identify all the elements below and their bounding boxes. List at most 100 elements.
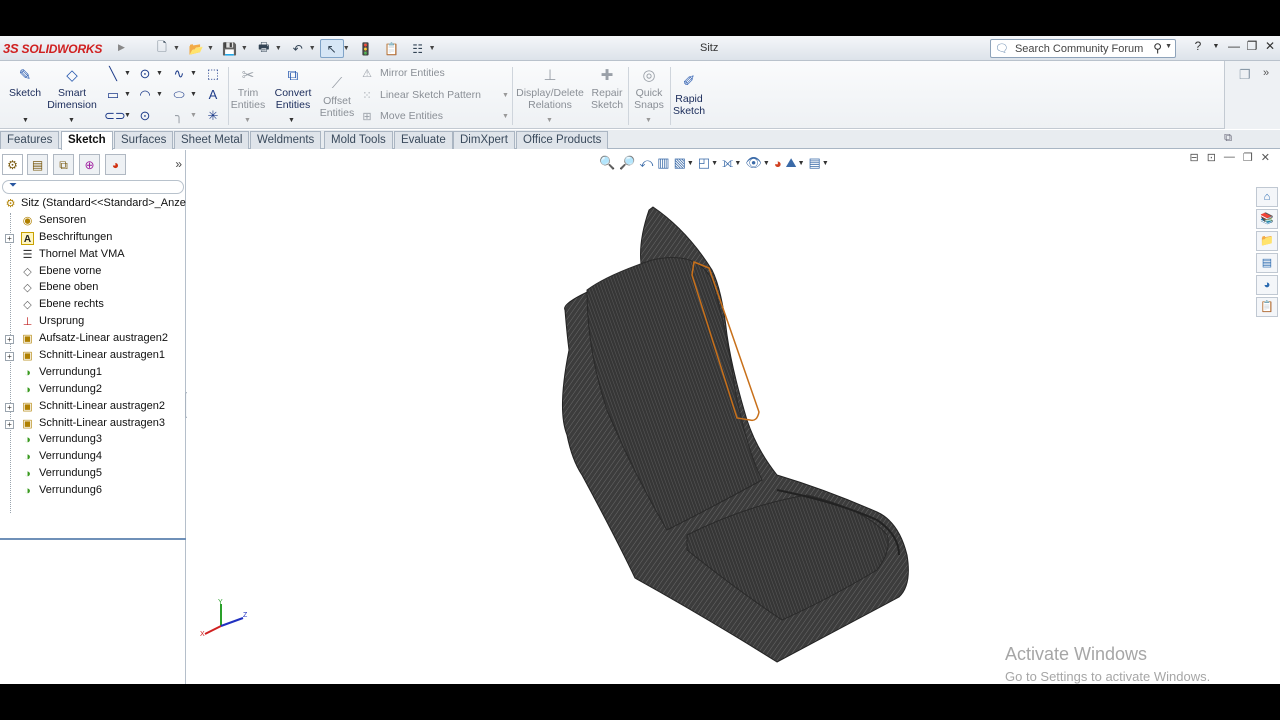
linear-sketch-pattern-button[interactable]: ⁙ Linear Sketch Pattern (360, 86, 481, 104)
graphics-area[interactable]: 🔍 🔎 ⤺ ▥ ▧ ▼ ◰ ▼ ⟗ ▼ 👁 ▼ ◕ ⛰ ▼ ▤ ▼ ⊟ ⊡ — ❐ ✕ ⌂ … (187, 150, 1280, 684)
search-icon[interactable]: ⚲ (1153, 41, 1162, 55)
tab-evaluate[interactable]: Evaluate (394, 131, 453, 149)
file-properties-icon[interactable]: 📋 (380, 39, 404, 58)
tree-item-material[interactable]: ☰ Thornel Mat VMA (0, 247, 186, 264)
offset-entities-button[interactable]: ⟋ Offset Entities (318, 75, 356, 119)
tree-item-feature[interactable]: + ▣ Schnitt-Linear austragen2 (0, 399, 186, 416)
rectangle-icon[interactable]: ▭ (104, 86, 122, 104)
tab-mold-tools[interactable]: Mold Tools (324, 131, 393, 149)
menu-expand-icon[interactable]: ▶ (118, 42, 126, 56)
smart-dimension-dropdown-icon[interactable]: ▼ (68, 117, 75, 124)
tree-item-ursprung[interactable]: ⊥ Ursprung (0, 314, 186, 331)
chamfer-dropdown-icon[interactable]: ▼ (190, 112, 197, 119)
expand-toggle[interactable]: + (5, 402, 14, 412)
tree-item-feature[interactable]: ◑ Verrundung2 (0, 382, 186, 399)
search-dropdown-icon[interactable]: ▼ (1165, 43, 1172, 50)
text-icon[interactable]: A (204, 86, 222, 104)
repair-sketch-button[interactable]: ✚ Repair Sketch (588, 67, 626, 111)
slot-icon[interactable]: ⊂⊃ (104, 107, 126, 125)
quick-snaps-button[interactable]: ◎ Quick Snaps (630, 67, 668, 111)
expand-toolbar-icon[interactable]: » (1263, 67, 1269, 79)
minimize-icon[interactable]: — (1228, 39, 1240, 53)
rectangle-dropdown-icon[interactable]: ▼ (124, 91, 131, 98)
toolbar-pin-icon[interactable]: ❐ (1239, 67, 1251, 83)
print-dropdown-icon[interactable]: ▼ (275, 45, 282, 52)
tree-item-feature[interactable]: + ▣ Schnitt-Linear austragen1 (0, 348, 186, 365)
expand-toggle[interactable]: + (5, 352, 14, 362)
dimxpert-manager-tab-icon[interactable]: ⊕ (79, 154, 100, 175)
polygon-icon[interactable]: ⊙ (136, 107, 154, 125)
open-folder-icon[interactable]: 📂 (184, 39, 208, 58)
rebuild-traffic-light-icon[interactable]: 🚦 (354, 39, 378, 58)
sketch-chamfer-icon[interactable]: ╮ (170, 107, 188, 125)
convert-dropdown-icon[interactable]: ▼ (288, 117, 295, 124)
tree-item-feature[interactable]: ◑ Verrundung4 (0, 449, 186, 466)
expand-toggle[interactable]: + (5, 233, 14, 243)
help-icon[interactable]: ? (1192, 39, 1204, 53)
tree-item-ebene-rechts[interactable]: ◇ Ebene rechts (0, 297, 186, 314)
arc-dropdown-icon[interactable]: ▼ (156, 91, 163, 98)
property-manager-tab-icon[interactable]: ▤ (27, 154, 48, 175)
configuration-manager-tab-icon[interactable]: ⧉ (53, 154, 74, 175)
tab-tile-icon[interactable]: ⧉ (1224, 132, 1232, 145)
seat-model[interactable] (187, 150, 1280, 684)
options-icon[interactable]: ☷ (406, 39, 430, 58)
restore-icon[interactable]: ❐ (1246, 39, 1258, 53)
panel-expand-icon[interactable]: » (175, 157, 182, 171)
print-icon[interactable]: 🖶 (252, 39, 276, 58)
circle-dropdown-icon[interactable]: ▼ (156, 70, 163, 77)
feature-filter-input[interactable]: ⏷ (2, 180, 184, 194)
snaps-dropdown-icon[interactable]: ▼ (645, 117, 652, 124)
tree-item-feature[interactable]: ◑ Verrundung5 (0, 466, 186, 483)
spline-icon[interactable]: ∿ (170, 65, 188, 83)
tree-item-feature[interactable]: + ▣ Schnitt-Linear austragen3 (0, 416, 186, 433)
expand-toggle[interactable]: + (5, 335, 14, 345)
close-icon[interactable]: ✕ (1264, 39, 1276, 53)
line-dropdown-icon[interactable]: ▼ (124, 70, 131, 77)
tree-item-feature[interactable]: ◑ Verrundung1 (0, 365, 186, 382)
display-delete-relations-button[interactable]: ⊥ Display/Delete Relations (516, 67, 584, 111)
ellipse-icon[interactable]: ⬭ (170, 86, 188, 104)
select-pointer-icon[interactable]: ↖ (319, 39, 344, 58)
new-document-icon[interactable]: 🗋 (150, 39, 174, 58)
save-icon[interactable]: 💾 (218, 39, 242, 58)
tree-root[interactable]: ⚙ Sitz (Standard<<Standard>_Anze (0, 196, 186, 213)
rapid-sketch-button[interactable]: ✐ Rapid Sketch (672, 73, 706, 117)
tree-item-feature[interactable]: + ▣ Aufsatz-Linear austragen2 (0, 331, 186, 348)
sketch-button[interactable]: ✎ Sketch (6, 67, 44, 99)
display-manager-tab-icon[interactable]: ◕ (105, 154, 126, 175)
tree-item-feature[interactable]: ◑ Verrundung6 (0, 483, 186, 500)
tab-office-products[interactable]: Office Products (516, 131, 609, 149)
tab-sketch[interactable]: Sketch (61, 131, 113, 150)
select-dropdown-icon[interactable]: ▼ (343, 45, 350, 52)
expand-toggle[interactable]: + (5, 419, 14, 429)
search-box[interactable]: 🗨 Search Community Forum ⚲ ▼ (990, 39, 1176, 58)
spline-dropdown-icon[interactable]: ▼ (190, 70, 197, 77)
tree-item-ebene-oben[interactable]: ◇ Ebene oben (0, 280, 186, 297)
tab-features[interactable]: Features (0, 131, 60, 149)
help-dropdown-icon[interactable]: ▼ (1210, 43, 1222, 50)
tree-item-feature[interactable]: ◑ Verrundung3 (0, 432, 186, 449)
rollback-bar[interactable] (0, 538, 186, 540)
pattern-dropdown-icon[interactable]: ▼ (502, 92, 509, 99)
move-dropdown-icon[interactable]: ▼ (502, 113, 509, 120)
open-dropdown-icon[interactable]: ▼ (207, 45, 214, 52)
feature-manager-tab-icon[interactable]: ⚙ (2, 154, 23, 175)
trim-entities-button[interactable]: ✂ Trim Entities (230, 67, 266, 111)
slot-dropdown-icon[interactable]: ▼ (124, 112, 131, 119)
tab-weldments[interactable]: Weldments (250, 131, 322, 149)
options-dropdown-icon[interactable]: ▼ (429, 45, 436, 52)
undo-dropdown-icon[interactable]: ▼ (309, 45, 316, 52)
convert-entities-button[interactable]: ⧉ Convert Entities (270, 67, 316, 111)
tab-sheet-metal[interactable]: Sheet Metal (174, 131, 250, 149)
mirror-entities-button[interactable]: ⚠ Mirror Entities (360, 64, 445, 82)
new-dropdown-icon[interactable]: ▼ (173, 45, 180, 52)
tree-item-ebene-vorne[interactable]: ◇ Ebene vorne (0, 264, 186, 281)
trim-dropdown-icon[interactable]: ▼ (244, 117, 251, 124)
line-icon[interactable]: ╲ (104, 65, 122, 83)
tab-surfaces[interactable]: Surfaces (114, 131, 174, 149)
tree-item-sensoren[interactable]: ◉ Sensoren (0, 213, 186, 230)
tab-dimxpert[interactable]: DimXpert (453, 131, 515, 149)
sketch-dropdown-icon[interactable]: ▼ (22, 117, 29, 124)
move-entities-button[interactable]: ⊞ Move Entities (360, 107, 443, 125)
